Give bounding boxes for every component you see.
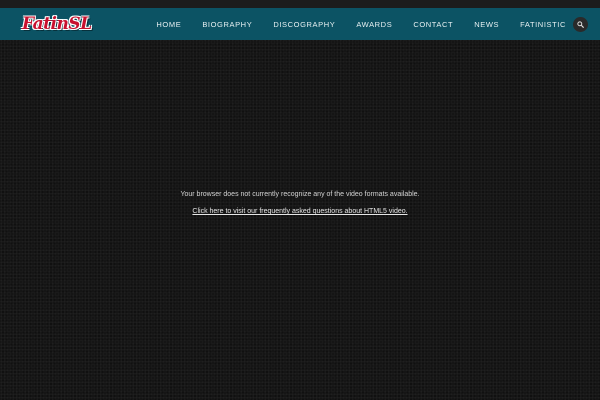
logo-suffix-text: SL <box>68 14 92 34</box>
search-icon <box>577 21 584 28</box>
unsupported-format-text: Your browser does not currently recogniz… <box>180 191 420 198</box>
nav-item-biography[interactable]: BIOGRAPHY <box>202 20 252 29</box>
nav-item-contact[interactable]: CONTACT <box>413 20 453 29</box>
nav-item-home[interactable]: HOME <box>156 20 181 29</box>
nav-item-discography[interactable]: DISCOGRAPHY <box>273 20 335 29</box>
main-nav: HOME BIOGRAPHY DISCOGRAPHY AWARDS CONTAC… <box>135 8 566 40</box>
logo-main-text: Fatin <box>22 14 69 34</box>
video-fallback-message: Your browser does not currently recogniz… <box>0 190 600 218</box>
nav-item-news[interactable]: NEWS <box>474 20 499 29</box>
search-button[interactable] <box>573 17 588 32</box>
nav-item-fatinistic[interactable]: FATINISTIC <box>520 20 566 29</box>
site-logo[interactable]: FatinSL <box>22 12 92 36</box>
nav-item-awards[interactable]: AWARDS <box>356 20 392 29</box>
top-strip <box>0 0 600 8</box>
page: FatinSL HOME BIOGRAPHY DISCOGRAPHY AWARD… <box>0 0 600 400</box>
html5-faq-link[interactable]: Click here to visit our frequently asked… <box>192 207 407 217</box>
navbar: FatinSL HOME BIOGRAPHY DISCOGRAPHY AWARD… <box>0 8 600 40</box>
